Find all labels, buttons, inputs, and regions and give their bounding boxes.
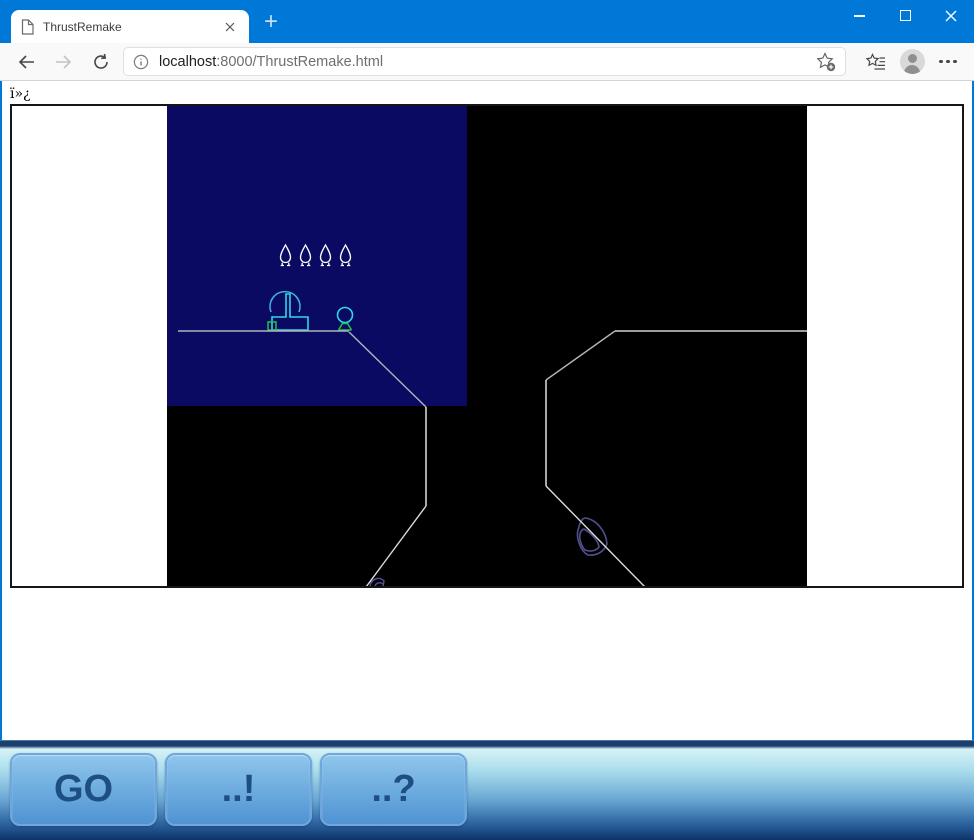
browser-navbar: localhost:8000/ThrustRemake.html [0, 43, 974, 81]
forward-button[interactable] [45, 47, 82, 77]
control-bar: GO ..! ..? [0, 740, 974, 840]
page-content: ï»¿ [0, 81, 974, 740]
favorites-hub-button[interactable] [858, 47, 894, 77]
minimize-button[interactable] [836, 0, 882, 31]
maximize-icon [900, 10, 911, 21]
tab-title: ThrustRemake [43, 20, 221, 34]
settings-menu-button[interactable] [930, 47, 966, 77]
browser-tab[interactable]: ThrustRemake [11, 10, 249, 43]
profile-button[interactable] [894, 47, 930, 77]
url-host: localhost [159, 54, 216, 70]
add-favorite-icon[interactable] [816, 52, 836, 72]
help-button[interactable]: ..? [320, 753, 467, 826]
forward-arrow-icon [54, 53, 73, 71]
refresh-icon [92, 53, 110, 71]
fire-button[interactable]: ..! [165, 753, 312, 826]
maximize-button[interactable] [882, 0, 928, 31]
url-path: :8000/ThrustRemake.html [216, 54, 383, 70]
ellipsis-icon [939, 60, 957, 64]
url-text: localhost:8000/ThrustRemake.html [159, 54, 816, 70]
game-frame [10, 104, 964, 588]
go-button[interactable]: GO [10, 753, 157, 826]
avatar [900, 49, 925, 74]
new-tab-button[interactable]: + [258, 9, 284, 35]
close-button[interactable] [928, 0, 974, 31]
page-favicon-icon [21, 19, 34, 35]
room-area [167, 106, 467, 406]
back-button[interactable] [8, 47, 45, 77]
tab-close-icon[interactable] [221, 18, 239, 36]
minimize-icon [854, 15, 865, 17]
close-icon [945, 10, 957, 22]
game-canvas[interactable] [167, 106, 807, 586]
site-info-icon[interactable] [133, 54, 149, 70]
address-bar[interactable]: localhost:8000/ThrustRemake.html [123, 47, 846, 76]
back-arrow-icon [17, 53, 36, 71]
browser-titlebar: ThrustRemake + [0, 0, 974, 43]
favorites-hub-icon [866, 53, 886, 71]
refresh-button[interactable] [82, 47, 119, 77]
bom-text: ï»¿ [10, 86, 964, 104]
